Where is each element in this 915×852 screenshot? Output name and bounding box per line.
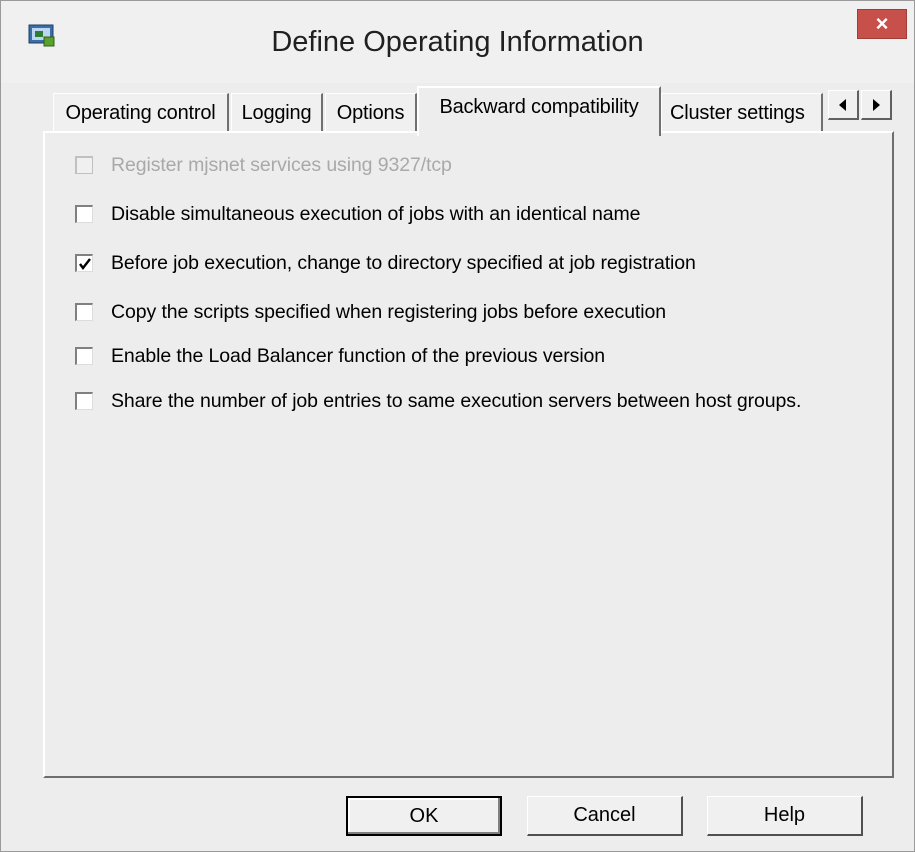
checkbox[interactable] bbox=[75, 254, 93, 272]
close-button[interactable]: × bbox=[857, 9, 907, 39]
option-change-directory[interactable]: Before job execution, change to director… bbox=[75, 248, 696, 278]
arrow-left-icon bbox=[839, 98, 846, 111]
ok-button[interactable]: OK bbox=[346, 796, 502, 836]
title-bar[interactable]: Define Operating Information × bbox=[1, 1, 914, 83]
tab-scroll-left-button[interactable] bbox=[828, 90, 859, 120]
window-title: Define Operating Information bbox=[271, 26, 644, 58]
tab-operating-control[interactable]: Operating control bbox=[53, 93, 229, 133]
checkmark-icon bbox=[79, 258, 91, 270]
tab-scroll-right-button[interactable] bbox=[861, 90, 892, 120]
help-button[interactable]: Help bbox=[707, 796, 863, 836]
checkbox[interactable] bbox=[75, 392, 93, 410]
tab-options[interactable]: Options bbox=[325, 93, 417, 133]
option-enable-load-balancer[interactable]: Enable the Load Balancer function of the… bbox=[75, 341, 605, 371]
arrow-right-icon bbox=[873, 98, 880, 111]
checkbox bbox=[75, 156, 93, 174]
tab-strip: Operating control Logging Options Backwa… bbox=[1, 83, 915, 136]
dialog-window: Define Operating Information × Operating… bbox=[0, 0, 915, 852]
option-label: Share the number of job entries to same … bbox=[111, 389, 802, 412]
option-label: Before job execution, change to director… bbox=[111, 251, 696, 274]
checkbox[interactable] bbox=[75, 347, 93, 365]
option-copy-scripts[interactable]: Copy the scripts specified when register… bbox=[75, 297, 666, 327]
tab-backward-compatibility[interactable]: Backward compatibility bbox=[417, 86, 661, 136]
tab-scroll-arrows bbox=[828, 90, 894, 120]
tab-logging[interactable]: Logging bbox=[231, 93, 323, 133]
checkbox[interactable] bbox=[75, 303, 93, 321]
option-label: Register mjsnet services using 9327/tcp bbox=[111, 153, 452, 176]
option-register-mjsnet: Register mjsnet services using 9327/tcp bbox=[75, 150, 452, 180]
option-label: Disable simultaneous execution of jobs w… bbox=[111, 202, 641, 225]
backward-compatibility-panel: Register mjsnet services using 9327/tcp … bbox=[43, 131, 894, 778]
option-disable-simultaneous-execution[interactable]: Disable simultaneous execution of jobs w… bbox=[75, 199, 640, 229]
close-icon: × bbox=[875, 11, 889, 36]
option-label: Enable the Load Balancer function of the… bbox=[111, 344, 606, 367]
cancel-button[interactable]: Cancel bbox=[527, 796, 683, 836]
option-label: Copy the scripts specified when register… bbox=[111, 300, 666, 323]
tab-cluster-settings[interactable]: Cluster settings bbox=[661, 93, 823, 133]
checkbox[interactable] bbox=[75, 205, 93, 223]
option-share-job-entries[interactable]: Share the number of job entries to same … bbox=[75, 386, 801, 416]
